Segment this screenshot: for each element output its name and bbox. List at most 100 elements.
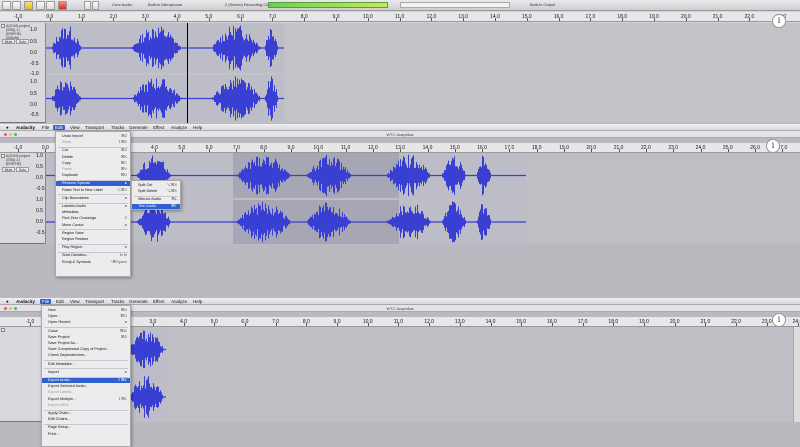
edit-menu-item[interactable]: Region Restore <box>56 237 130 242</box>
menu-transport[interactable]: Transport <box>85 125 104 130</box>
edit-menu-item[interactable]: Metadata... <box>56 210 130 215</box>
menu-file[interactable]: File <box>42 125 49 130</box>
mute-button[interactable]: Mute <box>2 167 15 172</box>
recording-meter[interactable] <box>268 2 388 8</box>
menu-app[interactable]: Audacity <box>16 125 35 130</box>
file-menu-item[interactable]: Edit Metadata... <box>42 362 130 367</box>
remove-special-menu-item[interactable]: Silence Audio ⌘L <box>132 197 180 202</box>
file-menu-item[interactable]: Export MIDI... <box>42 403 130 408</box>
menu-view[interactable]: View <box>70 125 80 130</box>
edit-menu-item[interactable]: Paste ⌘V <box>56 167 130 172</box>
edit-menu-item[interactable]: Region Save <box>56 231 130 236</box>
menu-generate[interactable]: Generate <box>129 299 148 304</box>
edit-menu-item[interactable]: Move Cursor ▸ <box>56 223 130 228</box>
menu-analyze[interactable]: Analyze <box>171 125 187 130</box>
playback-meter[interactable] <box>400 2 510 8</box>
info-icon[interactable]: i <box>766 139 780 153</box>
file-menu-item[interactable]: Save Compressed Copy of Project... <box>42 347 130 352</box>
audio-host[interactable]: Core Audio <box>112 2 132 7</box>
track-name[interactable]: &(2019) project (005)(-1)(ERIFHE) <box>6 154 34 166</box>
channels-select[interactable]: 2 (Stereo) Recording Ch... <box>225 2 272 7</box>
menu-effect[interactable]: Effect <box>153 299 164 304</box>
zoom-window-icon[interactable] <box>14 307 17 310</box>
menu-view[interactable]: View <box>70 299 80 304</box>
remove-special-menu-item[interactable]: Split Cut ⌥⌘X <box>132 183 180 188</box>
selection-tool-icon[interactable] <box>84 1 91 10</box>
edit-menu-item[interactable]: Remove Special ▸ <box>56 181 130 187</box>
close-track-icon[interactable] <box>1 328 5 332</box>
menu-edit[interactable]: Edit <box>56 299 64 304</box>
edit-menu-item[interactable]: Clip Boundaries ▸ <box>56 196 130 201</box>
menu-app[interactable]: Audacity <box>16 299 35 304</box>
menu-effect[interactable]: Effect <box>153 125 164 130</box>
edit-menu-item[interactable]: Delete ⌘K <box>56 155 130 160</box>
apple-icon[interactable]: ● <box>6 299 9 304</box>
apple-icon[interactable]: ● <box>6 125 9 130</box>
close-window-icon[interactable] <box>4 133 7 136</box>
edit-menu-item[interactable]: Emoji & Symbols ^⌘Space <box>56 260 130 265</box>
skip-end-button[interactable] <box>46 1 55 10</box>
record-button[interactable] <box>58 1 67 10</box>
edit-menu-item[interactable]: Play Region ▸ <box>56 245 130 250</box>
remove-special-menu-item[interactable]: Trim Audio ⌘T <box>132 203 180 209</box>
file-menu-item[interactable]: Apply Chain... <box>42 411 130 416</box>
file-menu-item[interactable]: Open Recent ▸ <box>42 320 130 325</box>
solo-button[interactable]: Solo <box>16 167 29 172</box>
info-icon[interactable]: i <box>772 313 786 327</box>
zoom-window-icon[interactable] <box>14 133 17 136</box>
close-window-icon[interactable] <box>4 307 7 310</box>
file-menu-item[interactable]: Edit Chains... <box>42 417 130 422</box>
track-control-panel[interactable]: &(2019) project (005)(-1)(ERIFHE) Mute So… <box>0 153 46 244</box>
envelope-tool-icon[interactable] <box>92 1 99 10</box>
play-button[interactable] <box>12 1 21 10</box>
track-control-panel[interactable] <box>0 327 46 422</box>
file-menu-item[interactable]: Export Labels... <box>42 390 130 395</box>
menu-tracks[interactable]: Tracks <box>111 299 124 304</box>
menu-edit[interactable]: Edit <box>53 125 65 130</box>
pause-button[interactable] <box>2 1 11 10</box>
output-device[interactable]: Built-in Output <box>530 2 555 7</box>
file-menu-item[interactable]: Save Project ⌘S <box>42 335 130 340</box>
skip-start-button[interactable] <box>36 1 45 10</box>
file-menu-item[interactable]: Export Selected Audio... <box>42 384 130 389</box>
remove-special-submenu[interactable]: Split Cut ⌥⌘X Split Delete ⌥⌘K Silence Audio… <box>131 180 181 210</box>
menu-help[interactable]: Help <box>193 125 202 130</box>
track-control-panel[interactable]: &(2019) project (005)(-1)(ERIFHE) (005)dfe… <box>0 23 46 123</box>
edit-menu-item[interactable]: Labeled Audio ▸ <box>56 204 130 209</box>
file-menu-item[interactable]: Page Setup... <box>42 425 130 430</box>
vertical-scrollbar[interactable] <box>793 327 800 422</box>
menu-analyze[interactable]: Analyze <box>171 299 187 304</box>
solo-button[interactable]: Solo <box>16 39 29 44</box>
edit-menu-item[interactable]: Paste Text to New Label ⌥⌘V <box>56 188 130 193</box>
file-menu-dropdown[interactable]: New ⌘N Open... ⌘O Open Recent ▸ Close ⌘W Save Pr… <box>41 305 131 447</box>
remove-special-menu-item[interactable]: Split Delete ⌥⌘K <box>132 189 180 194</box>
edit-menu-item[interactable]: Start Dictation... fn fn <box>56 253 130 258</box>
file-menu-item[interactable]: Close ⌘W <box>42 329 130 334</box>
stop-button[interactable] <box>24 1 33 10</box>
menu-transport[interactable]: Transport <box>85 299 104 304</box>
timeline-ruler[interactable]: -1.00.01.02.03.04.05.06.07.08.09.010.011… <box>0 12 800 22</box>
file-menu-item[interactable]: Open... ⌘O <box>42 314 130 319</box>
info-icon[interactable]: i <box>772 14 786 28</box>
edit-menu-item[interactable]: Undo Import ⌘Z <box>56 134 130 139</box>
edit-menu-item[interactable]: Cut ⌘X <box>56 148 130 153</box>
menu-tracks[interactable]: Tracks <box>111 125 124 130</box>
file-menu-item[interactable]: Save Project As... <box>42 341 130 346</box>
menu-help[interactable]: Help <box>193 299 202 304</box>
file-menu-item[interactable]: Export Multiple... ⇧⌘L <box>42 397 130 402</box>
file-menu-item[interactable]: Import ▸ <box>42 370 130 375</box>
file-menu-item[interactable]: New ⌘N <box>42 308 130 313</box>
edit-menu-item[interactable]: Redo ⇧⌘Z <box>56 140 130 145</box>
edit-menu-item[interactable]: Find Zero Crossings Z <box>56 216 130 221</box>
menu-generate[interactable]: Generate <box>129 125 148 130</box>
minimize-window-icon[interactable] <box>9 307 12 310</box>
file-menu-item[interactable]: Export Audio... ⇧⌘E <box>42 378 130 383</box>
edit-menu-dropdown[interactable]: Undo Import ⌘Z Redo ⇧⌘Z Cut ⌘X Delete ⌘K Copy ⌘C P… <box>55 131 131 277</box>
mic-device[interactable]: Built-in Microphone <box>148 2 182 7</box>
audio-clip-left-channel[interactable] <box>46 23 284 73</box>
playhead-cursor[interactable] <box>187 23 188 123</box>
edit-menu-item[interactable]: Copy ⌘C <box>56 161 130 166</box>
file-menu-item[interactable]: Print... <box>42 432 130 437</box>
close-track-icon[interactable] <box>1 154 5 158</box>
minimize-window-icon[interactable] <box>9 133 12 136</box>
